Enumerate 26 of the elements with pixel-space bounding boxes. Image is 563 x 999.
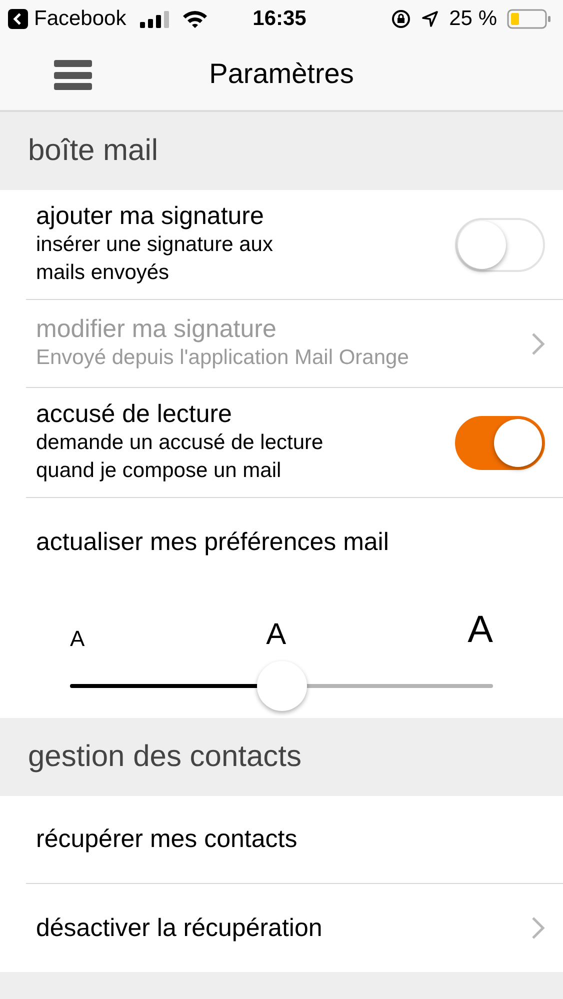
text-size-label: A	[266, 618, 286, 652]
back-app-label[interactable]: Facebook	[34, 7, 126, 31]
battery-percentage: 25 %	[449, 7, 497, 31]
setting-description: Envoyé depuis l'application Mail Orange	[36, 345, 410, 371]
setting-label[interactable]: actualiser mes préférences mail	[36, 528, 545, 556]
setting-label[interactable]: récupérer mes contacts	[36, 825, 545, 854]
back-icon[interactable]	[8, 9, 28, 29]
slider-thumb[interactable]	[256, 661, 306, 711]
location-arrow-icon	[421, 10, 440, 28]
toggle-switch[interactable]	[455, 416, 545, 470]
battery-icon	[507, 9, 551, 29]
text-size-label: A	[468, 609, 493, 652]
setting-description: insérer une signature aux mails envoyés	[36, 232, 274, 286]
menu-button[interactable]	[54, 60, 92, 90]
chevron-right-icon	[531, 332, 545, 356]
setting-label[interactable]: ajouter ma signature	[36, 202, 455, 231]
setting-description: demande un accusé de lecture quand je compose un mail	[36, 430, 324, 484]
text-size-label: A	[70, 626, 85, 652]
signal-icon	[140, 10, 170, 28]
wifi-icon	[182, 10, 208, 28]
clock-time: 16:35	[252, 7, 306, 31]
rotation-lock-icon	[391, 9, 412, 29]
page-title: Paramètres	[209, 58, 354, 90]
setting-label[interactable]: désactiver la récupération	[36, 914, 531, 942]
chevron-right-icon	[531, 916, 545, 940]
setting-label[interactable]: accusé de lecture	[36, 400, 455, 429]
